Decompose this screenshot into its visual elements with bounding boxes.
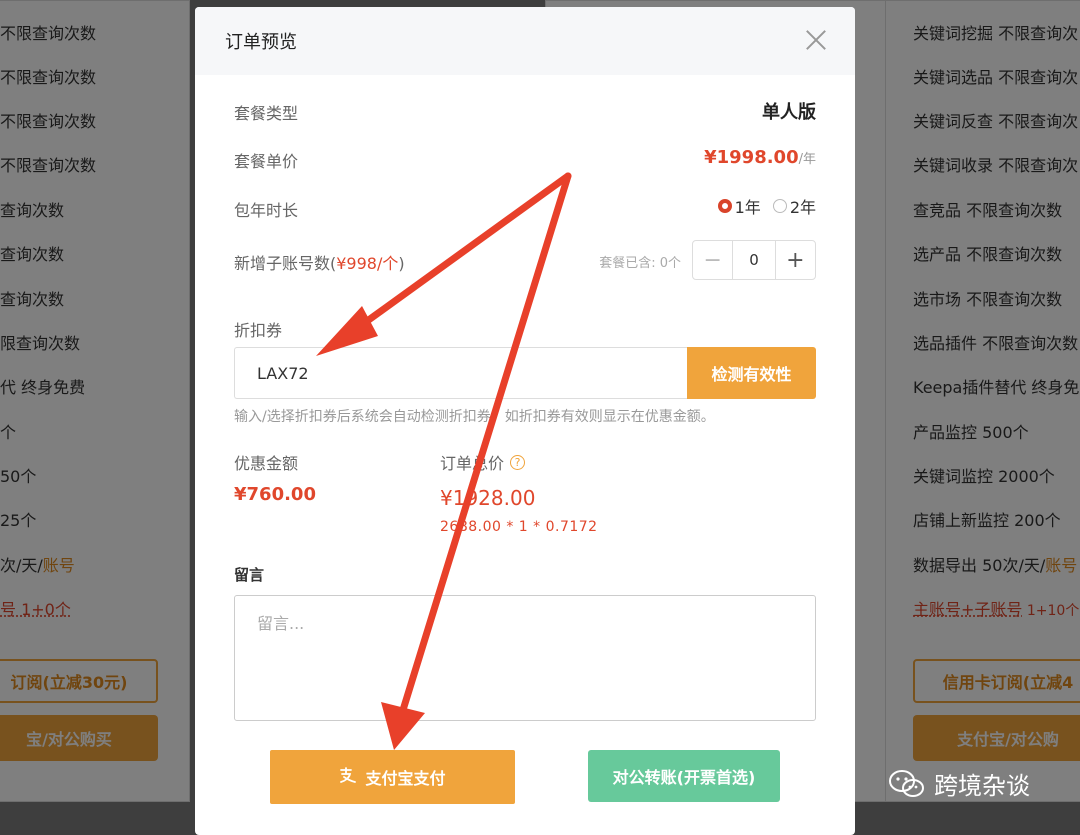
plan-type-value: 单人版	[762, 102, 816, 123]
alipay-icon	[339, 767, 357, 787]
discount-label: 优惠金额	[234, 454, 299, 473]
close-icon[interactable]	[805, 29, 827, 51]
decrement-button[interactable]: −	[693, 241, 732, 279]
sub-accounts-price: ¥998/个	[336, 254, 399, 273]
order-total-label-row: 订单总价 ?	[440, 450, 526, 474]
coupon-input[interactable]	[234, 347, 687, 399]
duration-radio-group: 1年 2年	[706, 194, 816, 218]
unit-price-label: 套餐单价	[234, 152, 299, 171]
discount-value: ¥760.00	[234, 484, 316, 505]
coupon-hint: 输入/选择折扣券后系统会自动检测折扣券，如折扣券有效则显示在优惠金额。	[234, 409, 715, 425]
message-textarea[interactable]	[234, 595, 816, 721]
order-total-label: 订单总价	[440, 454, 505, 473]
unit-price: ¥1998.00/年	[704, 147, 816, 168]
sub-accounts-label: 新增子账号数(¥998/个)	[234, 250, 405, 274]
sub-accounts-close: )	[398, 254, 405, 273]
stepper-value[interactable]: 0	[732, 241, 776, 279]
plan-type-label: 套餐类型	[234, 104, 299, 123]
check-validity-button[interactable]: 检测有效性	[687, 347, 816, 399]
alipay-button-label: 支付宝支付	[365, 769, 446, 788]
duration-option-label: 2年	[789, 198, 816, 217]
increment-button[interactable]: +	[776, 241, 815, 279]
wechat-icon	[888, 769, 926, 799]
duration-option-1-year[interactable]: 1年	[717, 194, 761, 218]
duration-option-label: 1年	[734, 198, 761, 217]
radio-selected-icon	[717, 199, 732, 213]
order-total-formula: 2688.00 * 1 * 0.7172	[440, 519, 598, 535]
order-preview-dialog: 订单预览 套餐类型 单人版 套餐单价 ¥1998.00/年 包年时长 1年 2年…	[195, 7, 855, 835]
coupon-label: 折扣券	[234, 321, 283, 340]
dialog-title: 订单预览	[225, 32, 297, 53]
question-icon[interactable]: ?	[510, 454, 526, 470]
wechat-watermark: 跨境杂谈	[888, 766, 1030, 801]
plan-includes-note: 套餐已含: 0个	[599, 256, 681, 271]
sub-accounts-stepper: − 0 +	[692, 240, 816, 280]
duration-option-2-year[interactable]: 2年	[772, 194, 816, 218]
order-total-value: ¥1928.00	[440, 486, 536, 510]
unit-price-value: ¥1998.00	[704, 147, 799, 168]
duration-label: 包年时长	[234, 201, 299, 220]
radio-unselected-icon	[772, 199, 787, 213]
bank-transfer-button[interactable]: 对公转账(开票首选)	[588, 750, 780, 802]
watermark-text: 跨境杂谈	[934, 772, 1030, 800]
unit-price-unit: /年	[798, 152, 816, 167]
sub-accounts-text: 新增子账号数(	[234, 254, 337, 273]
message-label: 留言	[234, 566, 265, 584]
alipay-pay-button[interactable]: 支付宝支付	[270, 750, 515, 804]
coupon-field-group: 检测有效性	[234, 347, 816, 399]
dialog-header: 订单预览	[195, 7, 855, 75]
